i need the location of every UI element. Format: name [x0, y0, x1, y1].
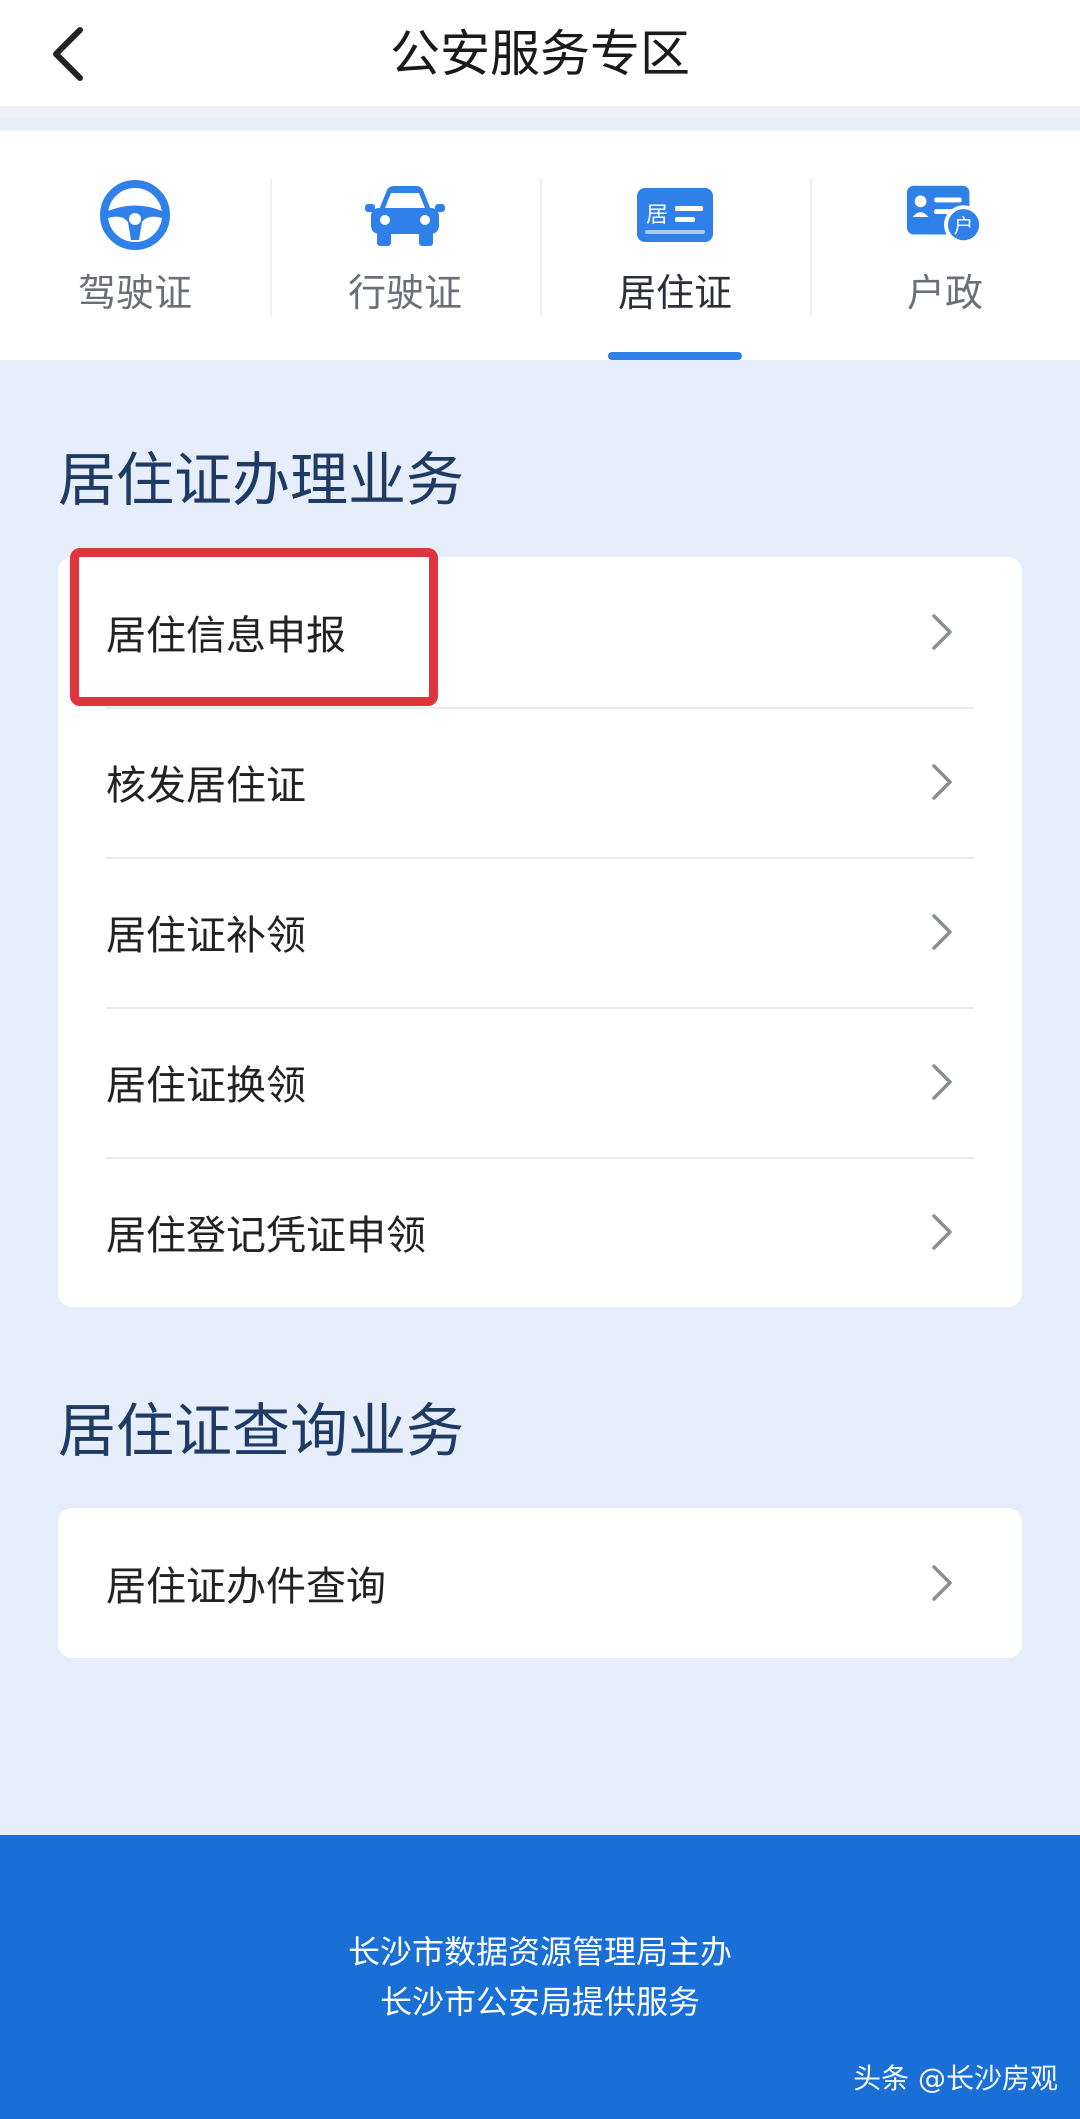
query-services-card: 居住证办件查询 — [58, 1508, 1022, 1658]
tab-household[interactable]: 户 户政 — [810, 130, 1080, 360]
footer: 长沙市数据资源管理局主办 长沙市公安局提供服务 头条 @长沙房观 — [0, 1835, 1080, 2119]
car-icon — [365, 180, 445, 250]
list-item-label: 居住证换领 — [106, 1063, 306, 1109]
list-item-label: 居住证补领 — [106, 913, 306, 959]
processing-services-card: 居住信息申报 核发居住证 居住证补领 居住证换领 居住登记凭证申领 — [58, 557, 1022, 1307]
list-item-reissue-permit[interactable]: 居住证补领 — [58, 857, 1022, 1007]
list-item-label: 居住证办件查询 — [106, 1564, 386, 1610]
footer-provider: 长沙市公安局提供服务 — [379, 1983, 700, 2021]
top-nav-bar: 公安服务专区 — [0, 0, 1080, 118]
list-item-issue-permit[interactable]: 核发居住证 — [58, 707, 1022, 857]
watermark: 头条 @长沙房观 — [853, 2062, 1058, 2095]
chevron-right-icon — [920, 760, 964, 804]
page-title: 公安服务专区 — [390, 25, 690, 83]
footer-organizer: 长沙市数据资源管理局主办 — [347, 1933, 732, 1971]
list-item-label: 核发居住证 — [106, 763, 306, 809]
residence-card-icon-text: 居 — [646, 203, 668, 228]
tab-label: 行驶证 — [347, 271, 462, 315]
household-card-icon: 户 — [905, 180, 985, 250]
chevron-right-icon — [920, 1561, 964, 1605]
chevron-right-icon — [920, 610, 964, 654]
category-tabs: 驾驶证 行驶证 居 居住证 户 户政 — [0, 130, 1080, 360]
active-tab-indicator — [608, 352, 742, 360]
tab-residence-permit[interactable]: 居 居住证 — [540, 130, 810, 360]
section-title-query: 居住证查询业务 — [58, 1397, 465, 1465]
chevron-right-icon — [920, 1060, 964, 1104]
household-card-icon-text: 户 — [954, 215, 974, 238]
tab-label: 驾驶证 — [77, 271, 192, 315]
section-title-processing: 居住证办理业务 — [58, 446, 465, 514]
list-item-case-query[interactable]: 居住证办件查询 — [58, 1508, 1022, 1658]
list-item-label: 居住信息申报 — [106, 613, 346, 659]
chevron-right-icon — [920, 910, 964, 954]
steering-wheel-icon — [95, 180, 175, 250]
tab-label: 户政 — [906, 271, 983, 315]
list-item-renew-permit[interactable]: 居住证换领 — [58, 1007, 1022, 1157]
list-item-registration-certificate[interactable]: 居住登记凭证申领 — [58, 1157, 1022, 1307]
residence-card-icon: 居 — [635, 180, 715, 250]
list-item-label: 居住登记凭证申领 — [106, 1213, 426, 1259]
tab-label: 居住证 — [617, 271, 732, 315]
tab-drivers-license[interactable]: 驾驶证 — [0, 130, 270, 360]
chevron-right-icon — [920, 1210, 964, 1254]
list-item-residence-info-report[interactable]: 居住信息申报 — [58, 557, 1022, 707]
tab-vehicle-license[interactable]: 行驶证 — [270, 130, 540, 360]
